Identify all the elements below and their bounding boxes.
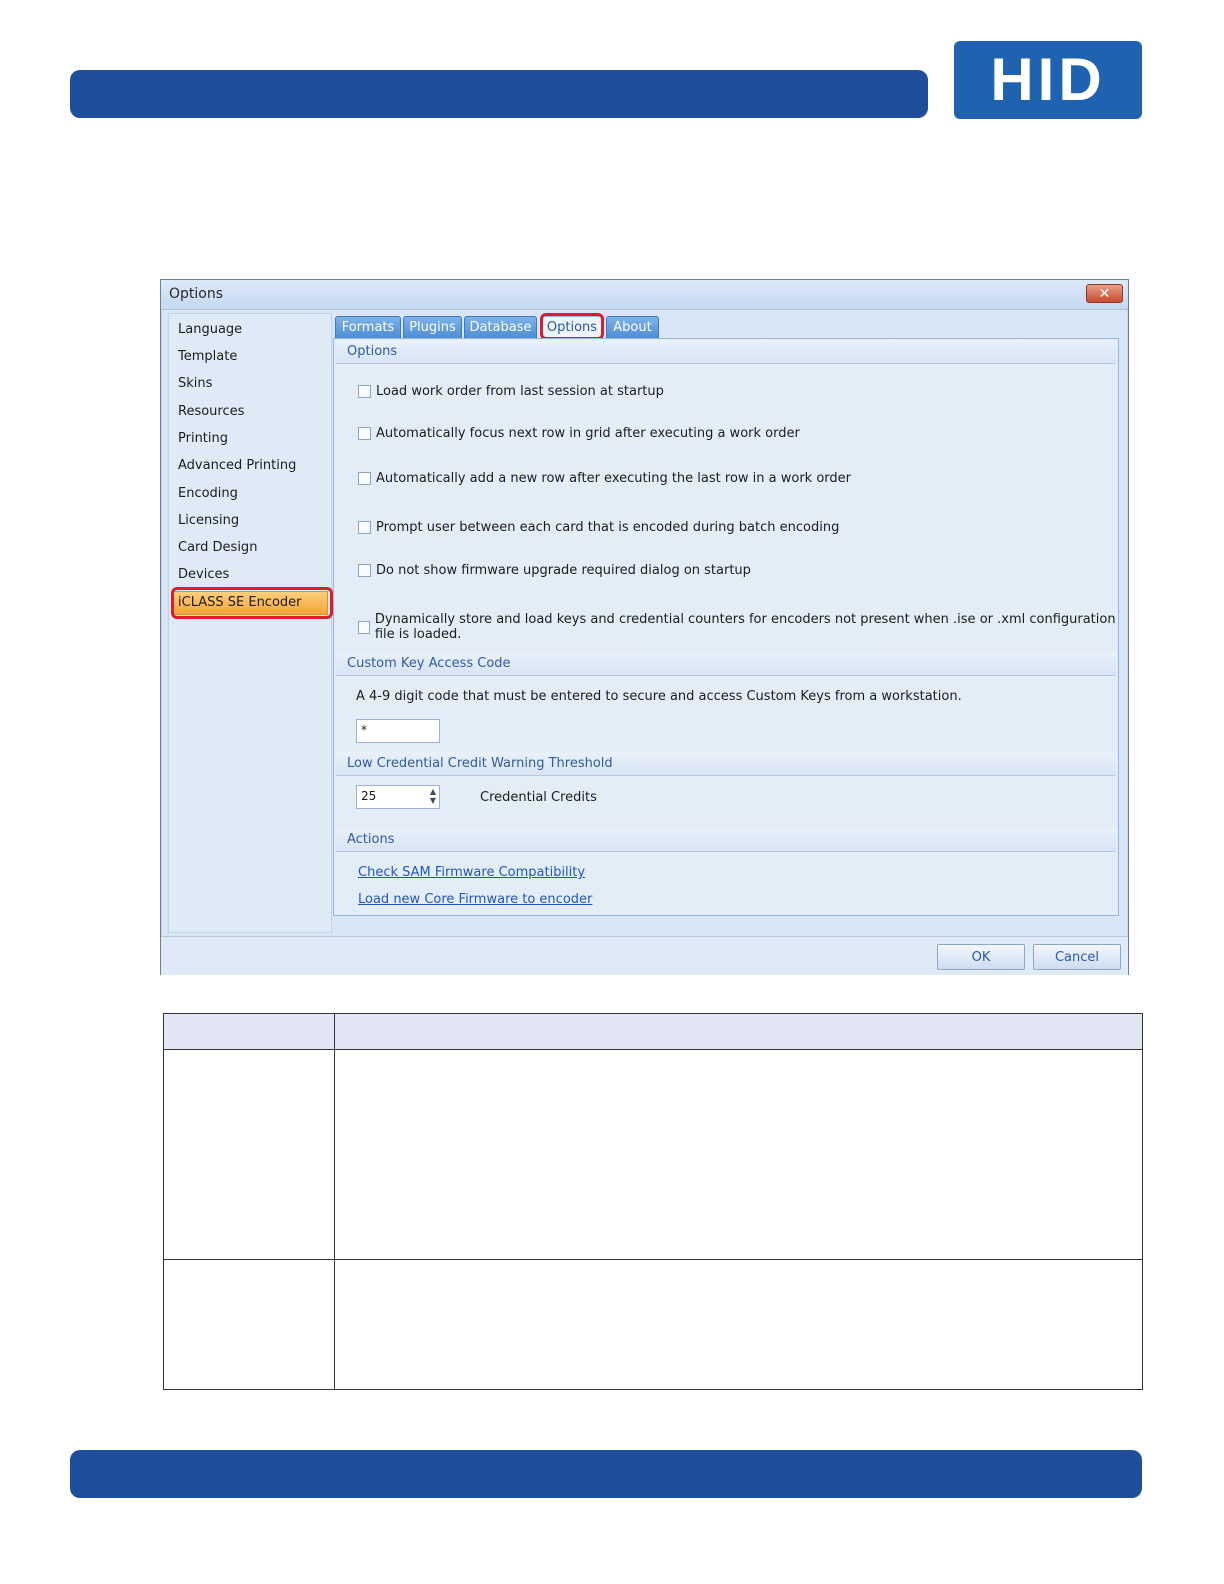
nav-item-language[interactable]: Language — [178, 322, 242, 337]
table-header-cell — [163, 1013, 335, 1050]
checkbox[interactable] — [358, 472, 371, 485]
checkbox[interactable] — [358, 620, 370, 634]
table-cell — [334, 1049, 1143, 1260]
table-cell — [334, 1259, 1143, 1390]
nav-item-advanced-printing[interactable]: Advanced Printing — [178, 458, 296, 473]
title-bar: Options ✕ — [161, 280, 1128, 310]
checkbox[interactable] — [358, 427, 371, 440]
table-header-row — [163, 1013, 1143, 1050]
table-row — [163, 1049, 1143, 1260]
checkbox[interactable] — [358, 521, 371, 534]
highlight-ring-tab — [540, 313, 604, 340]
tab-plugins[interactable]: Plugins — [403, 316, 462, 338]
nav-item-template[interactable]: Template — [178, 349, 237, 364]
footer-bar — [70, 1450, 1142, 1498]
nav-item-encoding[interactable]: Encoding — [178, 486, 238, 501]
nav-item-resources[interactable]: Resources — [178, 404, 244, 419]
table-header-cell — [334, 1013, 1143, 1050]
nav-item-devices[interactable]: Devices — [178, 567, 229, 582]
nav-item-printing[interactable]: Printing — [178, 431, 228, 446]
actions-group-header: Actions — [336, 828, 1116, 852]
options-dialog: Options ✕ Language Template Skins Resour… — [160, 279, 1129, 975]
table-cell — [163, 1259, 335, 1390]
options-panel: Formats Plugins Database Options About O… — [333, 313, 1119, 917]
nav-item-skins[interactable]: Skins — [178, 376, 212, 391]
checkbox-row[interactable]: Dynamically store and load keys and cred… — [358, 612, 1118, 642]
header-bar — [70, 70, 928, 118]
checkbox-label: Do not show firmware upgrade required di… — [376, 563, 751, 578]
nav-item-licensing[interactable]: Licensing — [178, 513, 239, 528]
checkbox-label: Dynamically store and load keys and cred… — [374, 612, 1116, 642]
options-group-header: Options — [336, 340, 1116, 364]
table-row — [163, 1259, 1143, 1390]
spinner-arrows-icon[interactable]: ▲ ▼ — [430, 787, 436, 805]
checkbox-label: Load work order from last session at sta… — [376, 384, 664, 399]
checkbox-row[interactable]: Load work order from last session at sta… — [358, 384, 664, 399]
checkbox-row[interactable]: Do not show firmware upgrade required di… — [358, 563, 751, 578]
hid-logo: HID — [954, 41, 1142, 119]
custom-key-input[interactable]: * — [356, 719, 440, 743]
custom-key-description: A 4-9 digit code that must be entered to… — [356, 689, 962, 704]
nav-item-card-design[interactable]: Card Design — [178, 540, 257, 555]
checkbox-label: Prompt user between each card that is en… — [376, 520, 840, 535]
checkbox-label: Automatically focus next row in grid aft… — [376, 426, 800, 441]
load-core-firmware-link[interactable]: Load new Core Firmware to encoder — [358, 892, 592, 907]
checkbox-label: Automatically add a new row after execut… — [376, 471, 851, 486]
dialog-footer: OK Cancel — [161, 936, 1128, 975]
close-icon: ✕ — [1098, 285, 1111, 302]
checkbox[interactable] — [358, 385, 371, 398]
logo-text: HID — [990, 46, 1106, 113]
dialog-title: Options — [169, 286, 224, 302]
tab-about[interactable]: About — [606, 316, 659, 338]
credit-threshold-value: 25 — [361, 789, 377, 803]
check-sam-firmware-link[interactable]: Check SAM Firmware Compatibility — [358, 865, 585, 880]
cancel-button[interactable]: Cancel — [1033, 944, 1121, 970]
tab-database[interactable]: Database — [464, 316, 537, 338]
table-cell — [163, 1049, 335, 1260]
low-credit-group-header: Low Credential Credit Warning Threshold — [336, 752, 1116, 776]
tab-content: Options Load work order from last sessio… — [333, 338, 1119, 916]
checkbox-row[interactable]: Automatically focus next row in grid aft… — [358, 426, 800, 441]
close-button[interactable]: ✕ — [1086, 284, 1123, 303]
custom-key-group-header: Custom Key Access Code — [336, 652, 1116, 676]
description-table — [163, 1013, 1143, 1390]
highlight-ring-nav — [171, 587, 333, 619]
options-nav: Language Template Skins Resources Printi… — [168, 313, 332, 933]
ok-button[interactable]: OK — [937, 944, 1025, 970]
credit-threshold-stepper[interactable]: 25 ▲ ▼ — [356, 785, 440, 809]
checkbox[interactable] — [358, 564, 371, 577]
checkbox-row[interactable]: Automatically add a new row after execut… — [358, 471, 851, 486]
checkbox-row[interactable]: Prompt user between each card that is en… — [358, 520, 839, 535]
credential-credits-label: Credential Credits — [480, 790, 597, 805]
tab-formats[interactable]: Formats — [335, 316, 401, 338]
